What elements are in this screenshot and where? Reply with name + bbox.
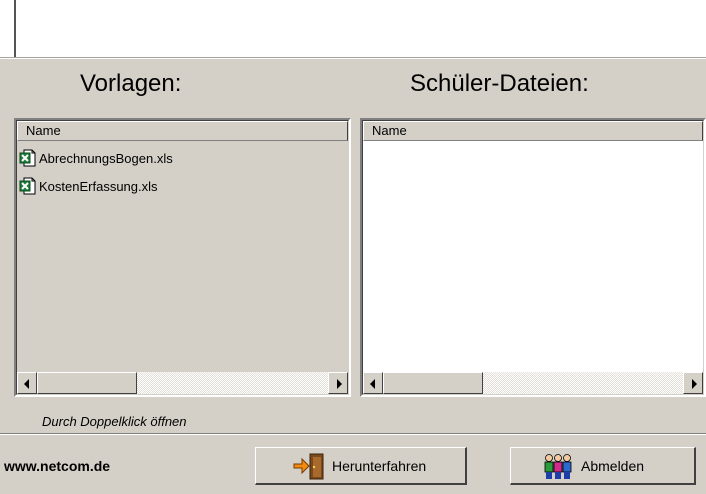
schueler-name-column-header[interactable]: Name <box>363 121 703 141</box>
divider-highlight <box>0 434 706 435</box>
logout-button[interactable]: Abmelden <box>510 447 696 485</box>
excel-file-icon <box>19 149 36 167</box>
list-item-abrechnungsbogen[interactable]: AbrechnungsBogen.xls <box>19 147 173 169</box>
schueler-dateien-list[interactable]: Name <box>360 118 706 397</box>
logout-button-label: Abmelden <box>581 457 645 474</box>
website-label: www.netcom.de <box>4 458 111 474</box>
arrow-right-icon <box>692 379 697 389</box>
scroll-right-button[interactable] <box>328 372 348 394</box>
file-name: KostenErfassung.xls <box>39 178 158 194</box>
double-click-hint: Durch Doppelklick öffnen <box>42 414 187 429</box>
scroll-right-button[interactable] <box>683 372 703 394</box>
schueler-list-body[interactable] <box>363 141 703 372</box>
arrow-right-icon <box>337 379 342 389</box>
scroll-thumb[interactable] <box>383 372 483 394</box>
vorlagen-title: Vorlagen: <box>80 70 182 97</box>
vorlagen-horizontal-scrollbar[interactable] <box>17 372 348 394</box>
exit-door-icon <box>293 453 324 479</box>
divider-highlight <box>0 58 706 59</box>
shutdown-button[interactable]: Herunterfahren <box>255 447 467 485</box>
vorlagen-list-body[interactable]: AbrechnungsBogen.xls KostenErfassung.xls <box>17 141 348 372</box>
scroll-left-button[interactable] <box>363 372 383 394</box>
vorlagen-list-frame: Name AbrechnungsBogen.xls KostenErfassun… <box>16 120 349 395</box>
vorlagen-name-column-header[interactable]: Name <box>17 121 348 141</box>
schueler-horizontal-scrollbar[interactable] <box>363 372 703 394</box>
file-name: AbrechnungsBogen.xls <box>39 150 173 166</box>
scroll-left-button[interactable] <box>17 372 37 394</box>
vorlagen-list[interactable]: Name AbrechnungsBogen.xls KostenErfassun… <box>14 118 351 397</box>
list-item-kostenerfassung[interactable]: KostenErfassung.xls <box>19 175 158 197</box>
arrow-left-icon <box>24 379 29 389</box>
scroll-thumb[interactable] <box>37 372 137 394</box>
top-blank-area <box>0 0 706 57</box>
schueler-dateien-title: Schüler-Dateien: <box>410 70 589 97</box>
shutdown-button-label: Herunterfahren <box>332 457 427 474</box>
users-group-icon <box>544 453 572 479</box>
schueler-list-frame: Name <box>362 120 704 395</box>
arrow-left-icon <box>370 379 375 389</box>
excel-file-icon <box>19 177 36 195</box>
text-cursor-mark <box>14 0 16 57</box>
